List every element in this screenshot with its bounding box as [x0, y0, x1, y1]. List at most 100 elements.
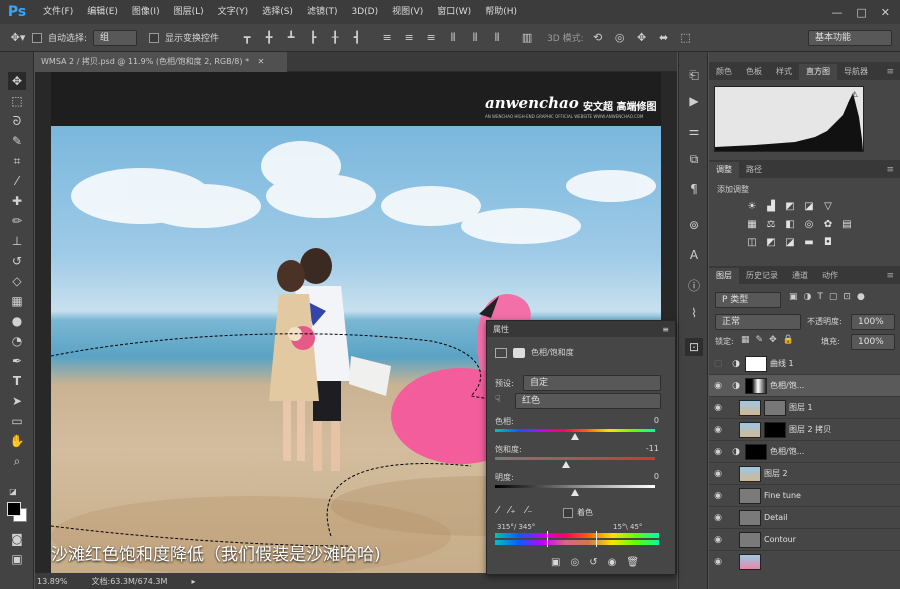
info-panel-icon[interactable]: ⓘ: [685, 276, 703, 294]
lock-position-icon[interactable]: ✥: [769, 335, 777, 345]
colorize-checkbox[interactable]: [563, 508, 573, 518]
layer-kind-filter[interactable]: P 类型: [715, 292, 781, 308]
hue-slider-track[interactable]: [495, 429, 655, 432]
photo-filter-icon[interactable]: ◎: [802, 218, 816, 231]
align-right-icon[interactable]: ┫: [349, 30, 365, 46]
color-balance-icon[interactable]: ⚖: [764, 218, 778, 231]
tab-navigator[interactable]: 导航器: [837, 64, 875, 80]
targeted-adjust-icon[interactable]: ☟: [495, 395, 500, 405]
tab-paths[interactable]: 路径: [739, 162, 769, 178]
eyedropper-icon[interactable]: ⁄: [497, 505, 499, 516]
vibrance-icon[interactable]: ▽: [821, 200, 835, 213]
blend-mode-dropdown[interactable]: 正常: [715, 314, 801, 330]
status-arrow-icon[interactable]: ▸: [191, 577, 195, 586]
zoom-tool-icon[interactable]: ⌕: [8, 452, 26, 470]
color-lookup-icon[interactable]: ▤: [840, 218, 854, 231]
screen-mode-icon[interactable]: ▣: [8, 550, 26, 568]
fill-input[interactable]: 100%: [851, 334, 895, 350]
show-transform-checkbox[interactable]: [149, 32, 160, 43]
filter-toggle-icon[interactable]: ●: [857, 292, 865, 302]
channel-dropdown[interactable]: 红色: [515, 393, 661, 409]
eyedropper-tool-icon[interactable]: ⁄: [8, 172, 26, 190]
delete-adjustment-icon[interactable]: 🗑: [626, 557, 639, 568]
quick-select-tool-icon[interactable]: ✎: [8, 132, 26, 150]
lightness-value[interactable]: 0: [654, 472, 659, 481]
filter-smart-icon[interactable]: ⊡: [843, 292, 851, 302]
hue-sat-icon[interactable]: ▦: [745, 218, 759, 231]
layer-row-bottom[interactable]: ◉: [709, 551, 900, 573]
eye-icon[interactable]: ◉: [709, 425, 727, 435]
zoom-level[interactable]: 13.89%: [37, 577, 68, 586]
view-previous-icon[interactable]: ◎: [570, 557, 579, 568]
layer-row-hue-sat[interactable]: ◉ ◑ 色相/饱...: [709, 375, 900, 397]
saturation-slider-knob[interactable]: [562, 461, 571, 468]
tab-swatches[interactable]: 色板: [739, 64, 769, 80]
marquee-tool-icon[interactable]: ⬚: [8, 92, 26, 110]
pen-tool-icon[interactable]: ✒: [8, 352, 26, 370]
layer-row-contour[interactable]: ◉ Contour: [709, 529, 900, 551]
menu-layer[interactable]: 图层(L): [167, 0, 211, 24]
eraser-tool-icon[interactable]: ◇: [8, 272, 26, 290]
distribute-top-icon[interactable]: ≡: [379, 30, 395, 46]
selective-color-icon[interactable]: ◘: [821, 236, 835, 249]
eye-icon[interactable]: ◉: [709, 535, 727, 545]
menu-window[interactable]: 窗口(W): [430, 0, 478, 24]
threshold-icon[interactable]: ◪: [783, 236, 797, 249]
paragraph-panel-icon[interactable]: ¶: [685, 180, 703, 198]
opacity-input[interactable]: 100%: [851, 314, 895, 330]
menu-edit[interactable]: 编辑(E): [80, 0, 125, 24]
filter-shape-icon[interactable]: ▢: [829, 292, 838, 302]
clip-to-layer-icon[interactable]: ▣: [551, 557, 560, 568]
tab-styles[interactable]: 样式: [769, 64, 799, 80]
crop-tool-icon[interactable]: ⌗: [8, 152, 26, 170]
3d-rotate-icon[interactable]: ⟲: [590, 30, 606, 46]
tab-actions[interactable]: 动作: [815, 268, 845, 284]
quick-mask-icon[interactable]: ◙: [8, 530, 26, 548]
saturation-value[interactable]: -11: [646, 444, 659, 453]
path-select-tool-icon[interactable]: ➤: [8, 392, 26, 410]
eye-icon[interactable]: ◉: [709, 403, 727, 413]
3d-slide-icon[interactable]: ⬌: [656, 30, 672, 46]
adjust-panel-icon[interactable]: ⚌: [685, 122, 703, 140]
layer-row-hue-sat-2[interactable]: ◉ ◑ 色相/饱...: [709, 441, 900, 463]
auto-select-checkbox[interactable]: [32, 32, 42, 43]
filter-adjust-icon[interactable]: ◑: [804, 292, 812, 302]
clone-source-icon[interactable]: ⧉: [685, 150, 703, 168]
healing-brush-tool-icon[interactable]: ✚: [8, 192, 26, 210]
align-bottom-icon[interactable]: ┻: [283, 30, 299, 46]
eye-icon[interactable]: ◉: [709, 447, 727, 457]
brightness-icon[interactable]: ☀: [745, 200, 759, 213]
toggle-visibility-icon[interactable]: ◉: [608, 557, 617, 568]
properties-tab[interactable]: 属性: [493, 324, 509, 335]
layer-row-curves[interactable]: ▢ ◑ 曲线 1: [709, 353, 900, 375]
document-tab[interactable]: WMSA 2 / 拷贝.psd @ 11.9% (色相/饱和度 2, RGB/8…: [35, 52, 287, 72]
menu-view[interactable]: 视图(V): [385, 0, 430, 24]
menu-type[interactable]: 文字(Y): [211, 0, 256, 24]
menu-file[interactable]: 文件(F): [36, 0, 80, 24]
preset-dropdown[interactable]: 自定: [523, 375, 661, 391]
menu-3d[interactable]: 3D(D): [344, 0, 385, 24]
exposure-icon[interactable]: ◪: [802, 200, 816, 213]
tab-layers[interactable]: 图层: [709, 268, 739, 284]
distribute-hcenter-icon[interactable]: ⫴: [467, 30, 483, 46]
tab-history[interactable]: 历史记录: [739, 268, 785, 284]
workspace-dropdown[interactable]: 基本功能: [808, 29, 892, 46]
distribute-vcenter-icon[interactable]: ≡: [401, 30, 417, 46]
shape-tool-icon[interactable]: ▭: [8, 412, 26, 430]
layer-comps-icon[interactable]: ⊚: [685, 216, 703, 234]
channel-mixer-icon[interactable]: ✿: [821, 218, 835, 231]
layer-row-layer2-copy[interactable]: ◉ 图层 2 拷贝: [709, 419, 900, 441]
type-tool-icon[interactable]: T: [8, 372, 26, 390]
3d-roll-icon[interactable]: ◎: [612, 30, 628, 46]
lock-all-icon[interactable]: 🔒: [783, 335, 794, 345]
auto-select-dropdown[interactable]: 组: [93, 29, 138, 46]
gradient-tool-icon[interactable]: ▦: [8, 292, 26, 310]
close-icon[interactable]: ✕: [881, 6, 890, 19]
3d-pan-icon[interactable]: ✥: [634, 30, 650, 46]
eye-icon[interactable]: ◉: [709, 381, 727, 391]
layer-row-layer2[interactable]: ◉ 图层 2: [709, 463, 900, 485]
dodge-tool-icon[interactable]: ◔: [8, 332, 26, 350]
layer-row-detail[interactable]: ◉ Detail: [709, 507, 900, 529]
layer-row-layer1[interactable]: ◉ 图层 1: [709, 397, 900, 419]
foreground-color-swatch[interactable]: [7, 502, 21, 516]
